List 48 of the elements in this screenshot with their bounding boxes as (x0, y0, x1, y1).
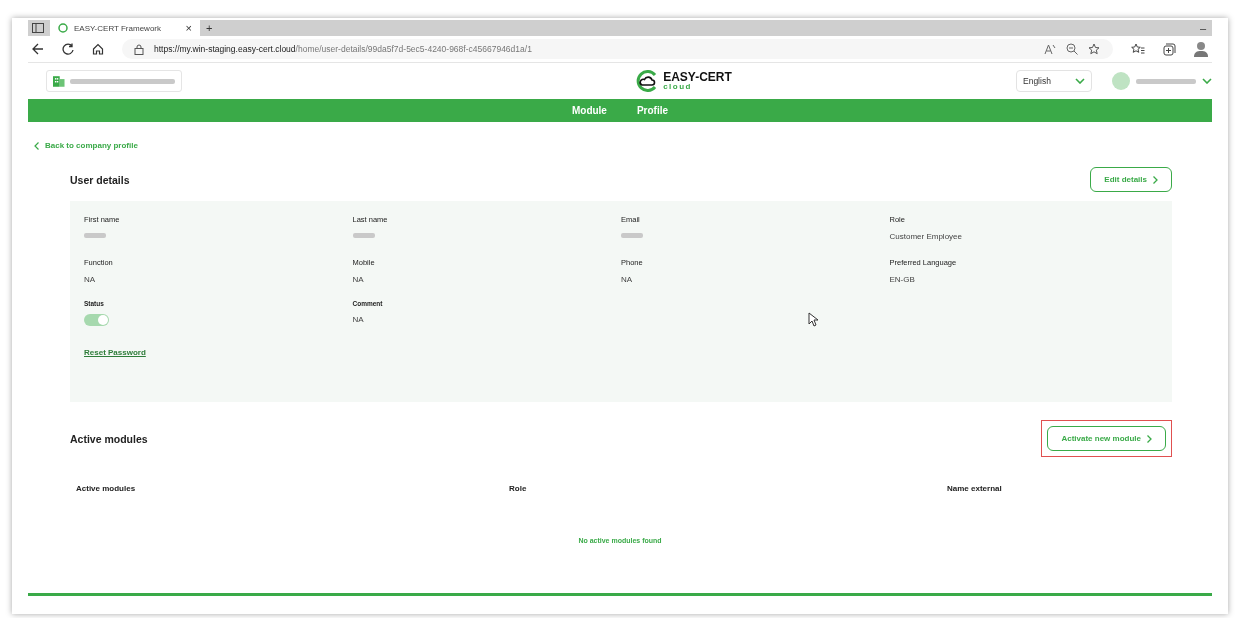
chevron-down-icon (1075, 78, 1085, 84)
back-icon[interactable] (32, 43, 44, 55)
reset-password-link[interactable]: Reset Password (84, 348, 146, 357)
star-icon[interactable] (1088, 43, 1101, 55)
field-value: NA (621, 275, 634, 284)
reload-icon[interactable] (62, 43, 74, 55)
redacted-text (84, 233, 106, 238)
redacted-text (352, 233, 375, 238)
column-header: Active modules (76, 484, 137, 493)
chevron-left-icon (34, 141, 39, 150)
column-header: Name external (947, 484, 1003, 493)
field-value: NA (84, 275, 97, 284)
status-toggle[interactable] (84, 314, 109, 326)
browser-tab[interactable]: EASY-CERT Framework × (50, 20, 200, 36)
minimize-button[interactable]: – (1199, 22, 1206, 34)
tab-title: EASY-CERT Framework (74, 23, 162, 33)
address-field[interactable]: https://my.win-staging.easy-cert.cloud/home/user-details/99da5f7d-5ec5-4240-968f-c45667946d1a/1 (122, 39, 1113, 59)
logo-subtitle: cloud (663, 83, 693, 91)
new-tab-button[interactable]: + (206, 22, 213, 34)
cursor-icon (808, 312, 818, 327)
chevron-right-icon (1147, 434, 1152, 443)
sidebar-icon[interactable] (32, 23, 44, 33)
home-icon[interactable] (92, 43, 104, 55)
redacted-text (1136, 78, 1196, 84)
building-icon (53, 75, 65, 87)
avatar-icon (1112, 72, 1130, 90)
field-value: EN-GB (889, 275, 916, 284)
read-aloud-icon[interactable] (1044, 43, 1056, 55)
collections-icon[interactable] (1163, 42, 1176, 56)
redacted-text (621, 233, 643, 238)
favorites-icon[interactable] (1131, 43, 1145, 55)
chevron-right-icon (1153, 175, 1158, 184)
field-value: NA (352, 275, 365, 284)
language-dropdown[interactable]: English (1016, 70, 1092, 92)
section-title: Active modules (70, 432, 148, 445)
section-title: User details (70, 173, 130, 186)
chevron-down-icon (1202, 78, 1212, 84)
url-text: https://my.win-staging.easy-cert.cloud/home/user-details/99da5f7d-5ec5-4240-968f-c45667946d1a/1 (154, 44, 532, 54)
logo-title: EASY-CERT (663, 71, 732, 83)
profile-avatar-icon[interactable] (1194, 41, 1208, 57)
field-value: NA (352, 315, 365, 324)
close-tab-button[interactable]: × (185, 22, 192, 34)
zoom-out-icon[interactable] (1066, 43, 1078, 55)
lock-icon (134, 43, 144, 55)
field-value: Customer Employee (889, 232, 963, 241)
cloud-icon (58, 23, 68, 33)
cloud-logo-icon (636, 70, 659, 92)
column-header: Role (509, 484, 528, 493)
